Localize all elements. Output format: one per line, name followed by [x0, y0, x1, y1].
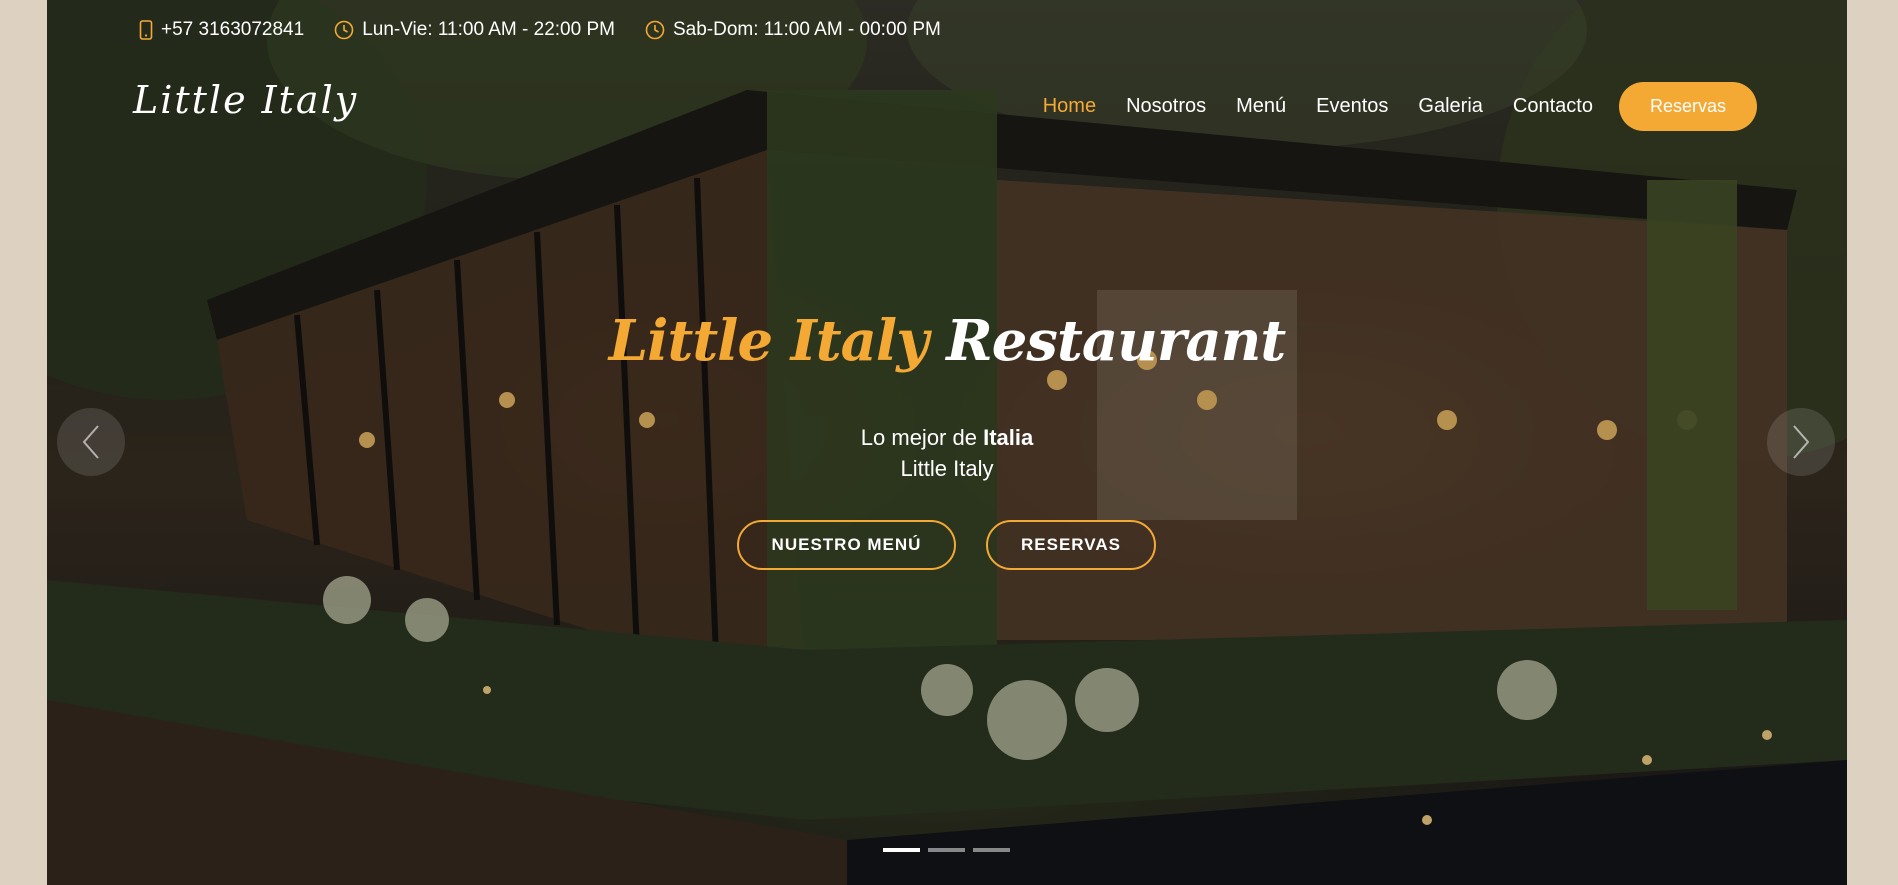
- nuestro-menu-button[interactable]: NUESTRO MENÚ: [737, 520, 956, 570]
- main-nav: Home Nosotros Menú Eventos Galeria Conta…: [1043, 82, 1757, 131]
- slider-next-button[interactable]: [1767, 408, 1835, 476]
- weekday-hours: Lun-Vie: 11:00 AM - 22:00 PM: [334, 19, 615, 41]
- weekend-hours-text: Sab-Dom: 11:00 AM - 00:00 PM: [672, 19, 941, 40]
- hero-subtitle-prefix: Lo mejor de: [860, 425, 984, 450]
- hero-title-accent: Little Italy: [608, 308, 929, 374]
- weekend-hours: Sab-Dom: 11:00 AM - 00:00 PM: [645, 19, 941, 41]
- phone-info: +57 3163072841: [139, 19, 304, 41]
- hero-title-rest: Restaurant: [946, 308, 1286, 374]
- nav-contacto[interactable]: Contacto: [1513, 95, 1593, 118]
- slide-indicator-3[interactable]: [973, 848, 1010, 852]
- nav-nosotros[interactable]: Nosotros: [1126, 95, 1206, 118]
- hero-title: Little Italy Restaurant: [47, 308, 1847, 374]
- hero-subtitle-line2: Little Italy: [900, 456, 994, 481]
- chevron-right-icon: [1793, 425, 1810, 459]
- site-logo[interactable]: Little Italy: [133, 78, 358, 122]
- topbar: +57 3163072841 Lun-Vie: 11:00 AM - 22:00…: [139, 16, 941, 44]
- weekday-hours-text: Lun-Vie: 11:00 AM - 22:00 PM: [362, 19, 615, 40]
- hero-reservas-button[interactable]: RESERVAS: [986, 520, 1156, 570]
- hero-subtitle: Lo mejor de Italia Little Italy: [47, 422, 1847, 484]
- chevron-left-icon: [82, 425, 99, 459]
- slide-indicator-1[interactable]: [883, 848, 920, 852]
- clock-icon: [334, 20, 354, 40]
- clock-icon: [645, 20, 665, 40]
- phone-icon: [139, 20, 153, 40]
- nav-home[interactable]: Home: [1043, 95, 1096, 118]
- nav-eventos[interactable]: Eventos: [1316, 95, 1388, 118]
- slide-indicator-2[interactable]: [928, 848, 965, 852]
- slider-indicators: [883, 848, 1010, 852]
- slider-prev-button[interactable]: [57, 408, 125, 476]
- nav-galeria[interactable]: Galeria: [1418, 95, 1482, 118]
- hero-slider: +57 3163072841 Lun-Vie: 11:00 AM - 22:00…: [47, 0, 1847, 885]
- hero-subtitle-bold: Italia: [983, 425, 1034, 450]
- reservas-button[interactable]: Reservas: [1618, 82, 1757, 131]
- phone-number: +57 3163072841: [161, 19, 305, 40]
- nav-menu[interactable]: Menú: [1236, 95, 1286, 118]
